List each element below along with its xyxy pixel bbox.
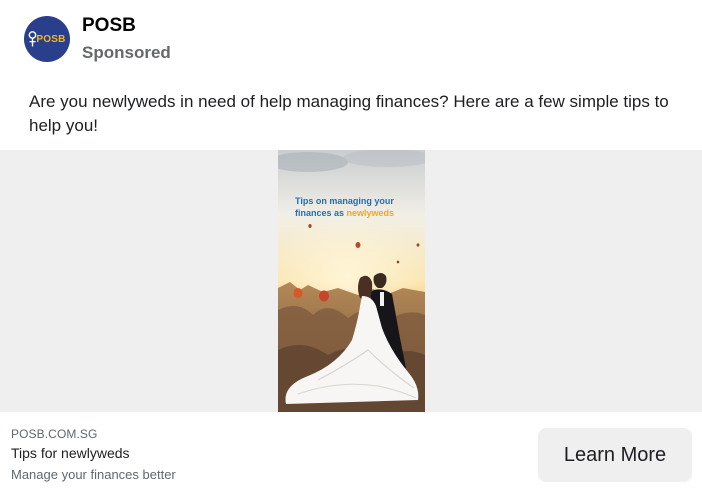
link-domain: POSB.COM.SG bbox=[11, 427, 98, 441]
learn-more-button[interactable]: Learn More bbox=[538, 428, 692, 482]
image-headline-highlight: newlyweds bbox=[346, 208, 395, 218]
name-block: POSB Sponsored bbox=[82, 14, 171, 64]
ad-image[interactable]: Tips on managing your finances as newlyw… bbox=[278, 150, 425, 412]
post-text: Are you newlyweds in need of help managi… bbox=[29, 92, 669, 135]
link-card[interactable]: POSB.COM.SG Tips for newlyweds Manage yo… bbox=[0, 412, 702, 491]
link-headline[interactable]: Tips for newlyweds bbox=[11, 445, 130, 461]
media-area: Tips on managing your finances as newlyw… bbox=[0, 150, 702, 412]
sponsored-label: Sponsored bbox=[82, 43, 171, 62]
avatar[interactable]: POSB bbox=[24, 16, 70, 62]
sponsored-post: POSB POSB Sponsored Are you newlyweds in… bbox=[0, 0, 702, 491]
avatar-logo-text: POSB bbox=[36, 33, 66, 45]
posb-logo-icon bbox=[28, 31, 37, 47]
link-description: Manage your finances better bbox=[11, 467, 176, 482]
page-name[interactable]: POSB bbox=[82, 14, 171, 38]
image-headline: Tips on managing your finances as newlyw… bbox=[295, 195, 420, 219]
ad-image-graphic bbox=[278, 150, 425, 412]
post-header: POSB POSB Sponsored bbox=[24, 14, 171, 64]
